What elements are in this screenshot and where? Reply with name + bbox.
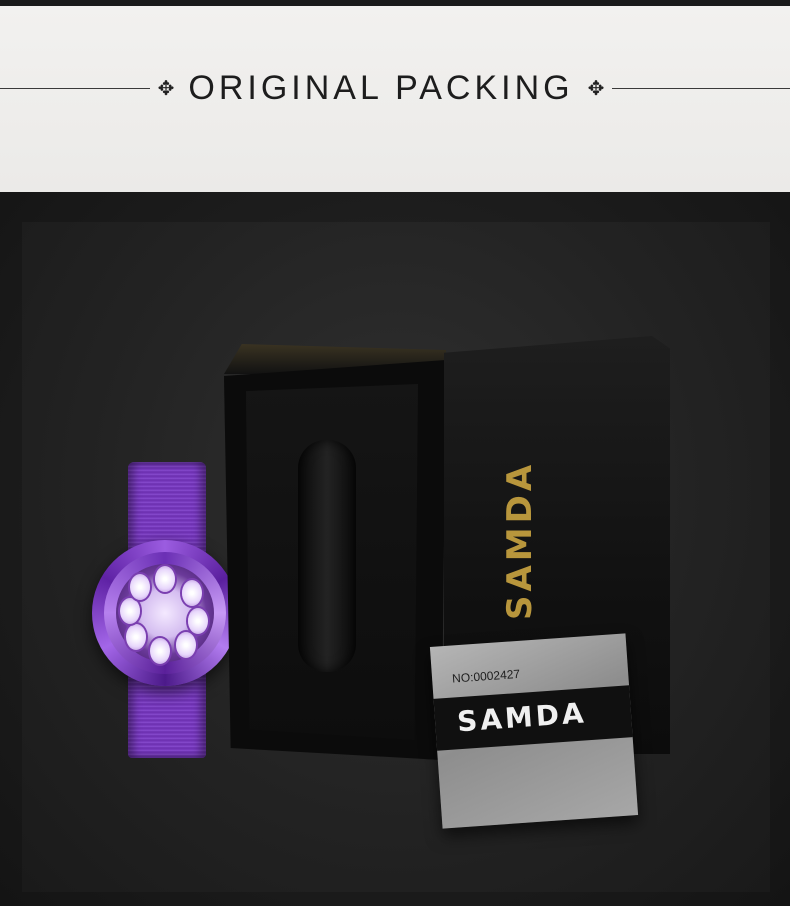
dial-petal: [188, 608, 208, 634]
dial-petal: [182, 580, 202, 606]
card-brand-logo: SAMDA: [456, 696, 588, 739]
title-text: ORIGINAL PACKING: [188, 68, 574, 107]
divider-line-right: [612, 88, 790, 89]
ornament-left-icon: ✥: [157, 76, 175, 100]
dial-petal: [155, 566, 175, 592]
warranty-card: NO:0002427 SAMDA: [429, 633, 639, 829]
lid-brand-logo: SAMDA: [500, 460, 540, 620]
dial-petal: [130, 574, 150, 600]
divider-line-left: [0, 88, 150, 89]
dial-petal: [120, 598, 140, 624]
section-title: ✥ ORIGINAL PACKING ✥: [150, 62, 612, 114]
card-serial: NO:0002427: [451, 666, 521, 686]
dial-petal: [126, 624, 146, 650]
ornament-right-icon: ✥: [587, 76, 605, 100]
header-banner: ✥ ORIGINAL PACKING ✥: [0, 6, 790, 192]
dial-petal: [176, 632, 196, 658]
dial-petal: [150, 638, 170, 664]
watch-pillow: [298, 440, 356, 672]
card-band: SAMDA: [433, 685, 633, 751]
